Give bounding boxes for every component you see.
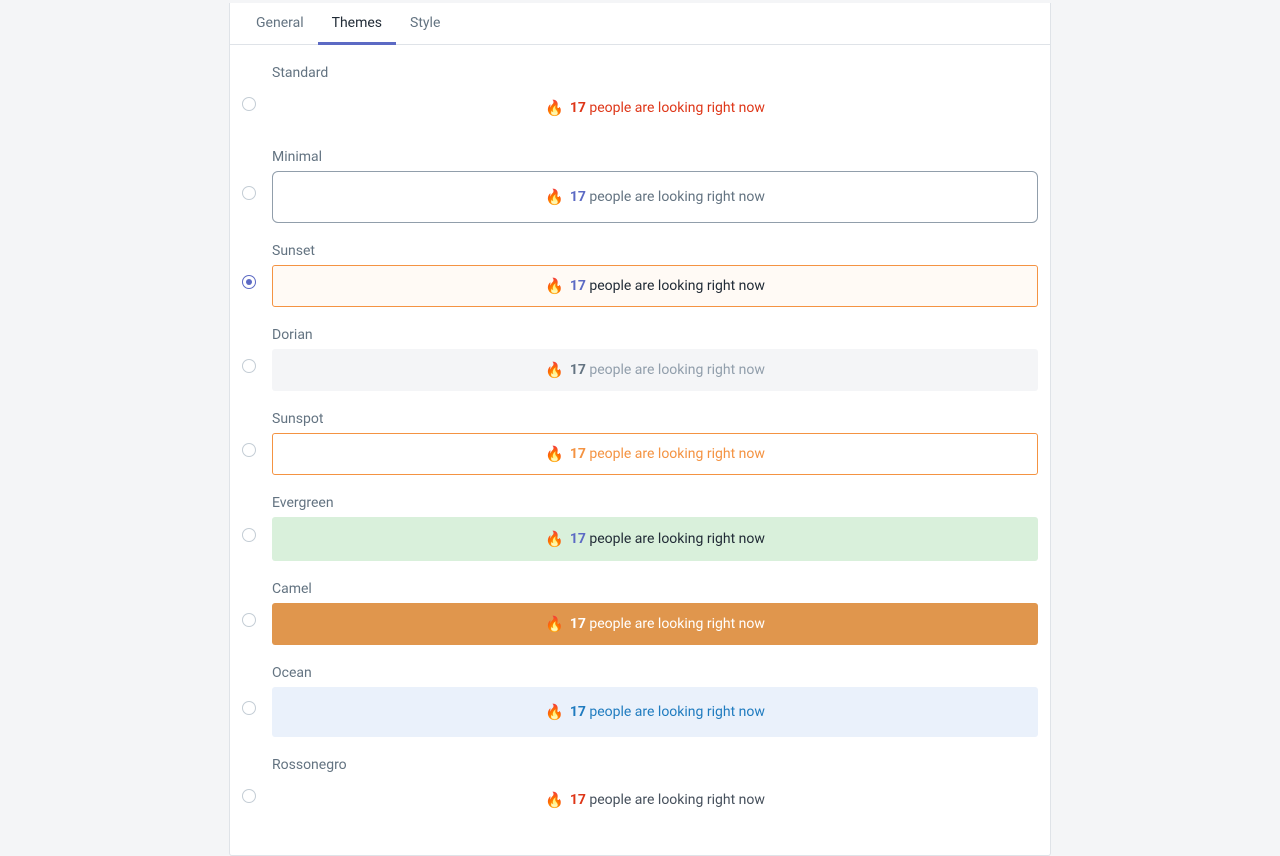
theme-preview-dorian[interactable]: 🔥 17 people are looking right now — [272, 349, 1038, 391]
theme-preview-sunset[interactable]: 🔥 17 people are looking right now — [272, 265, 1038, 307]
fire-icon: 🔥 — [545, 99, 564, 117]
theme-radio-ocean[interactable] — [242, 701, 256, 715]
tab-style[interactable]: Style — [396, 3, 454, 45]
theme-radio-sunset[interactable] — [242, 275, 256, 289]
theme-row-standard: Standard 🔥 17 people are looking right now — [242, 57, 1038, 141]
theme-preview-sunspot[interactable]: 🔥 17 people are looking right now — [272, 433, 1038, 475]
theme-label-sunspot: Sunspot — [272, 411, 1038, 427]
theme-radio-camel[interactable] — [242, 613, 256, 627]
theme-label-sunset: Sunset — [272, 243, 1038, 259]
theme-preview-ocean[interactable]: 🔥 17 people are looking right now — [272, 687, 1038, 737]
preview-count: 17 — [570, 189, 586, 205]
preview-tail: people are looking right now — [586, 704, 765, 720]
theme-row-minimal: Minimal 🔥 17 people are looking right now — [242, 141, 1038, 235]
theme-radio-evergreen[interactable] — [242, 528, 256, 542]
theme-label-evergreen: Evergreen — [272, 495, 1038, 511]
preview-text: 17 people are looking right now — [570, 100, 765, 116]
preview-tail: people are looking right now — [586, 446, 765, 462]
theme-radio-rossonegro[interactable] — [242, 789, 256, 803]
theme-label-minimal: Minimal — [272, 149, 1038, 165]
theme-radio-minimal[interactable] — [242, 186, 256, 200]
preview-count: 17 — [570, 531, 586, 547]
theme-radio-sunspot[interactable] — [242, 443, 256, 457]
theme-radio-dorian[interactable] — [242, 359, 256, 373]
theme-preview-rossonegro[interactable]: 🔥 17 people are looking right now — [272, 779, 1038, 821]
tabs: GeneralThemesStyle — [230, 3, 1050, 45]
preview-text: 17 people are looking right now — [570, 446, 765, 462]
preview-tail: people are looking right now — [586, 278, 765, 294]
theme-row-rossonegro: Rossonegro 🔥 17 people are looking right n… — [242, 749, 1038, 833]
preview-tail: people are looking right now — [586, 531, 765, 547]
theme-label-rossonegro: Rossonegro — [272, 757, 1038, 773]
fire-icon: 🔥 — [545, 277, 564, 295]
preview-count: 17 — [570, 278, 586, 294]
fire-icon: 🔥 — [545, 445, 564, 463]
fire-icon: 🔥 — [545, 188, 564, 206]
preview-text: 17 people are looking right now — [570, 616, 765, 632]
theme-preview-minimal[interactable]: 🔥 17 people are looking right now — [272, 171, 1038, 223]
theme-preview-standard[interactable]: 🔥 17 people are looking right now — [272, 87, 1038, 129]
themes-list: Standard 🔥 17 people are looking right now… — [230, 45, 1050, 855]
theme-label-camel: Camel — [272, 581, 1038, 597]
preview-tail: people are looking right now — [586, 616, 765, 632]
preview-count: 17 — [570, 446, 586, 462]
theme-label-dorian: Dorian — [272, 327, 1038, 343]
preview-tail: people are looking right now — [586, 792, 765, 808]
settings-card: GeneralThemesStyle Standard 🔥 17 people ar… — [229, 3, 1051, 856]
fire-icon: 🔥 — [545, 361, 564, 379]
preview-text: 17 people are looking right now — [570, 189, 765, 205]
theme-row-sunspot: Sunspot 🔥 17 people are looking right now — [242, 403, 1038, 487]
preview-text: 17 people are looking right now — [570, 362, 765, 378]
preview-count: 17 — [570, 704, 586, 720]
tab-general[interactable]: General — [242, 3, 318, 45]
theme-row-camel: Camel 🔥 17 people are looking right now — [242, 573, 1038, 657]
theme-preview-camel[interactable]: 🔥 17 people are looking right now — [272, 603, 1038, 645]
theme-label-standard: Standard — [272, 65, 1038, 81]
preview-text: 17 people are looking right now — [570, 278, 765, 294]
theme-row-evergreen: Evergreen 🔥 17 people are looking right no… — [242, 487, 1038, 573]
theme-label-ocean: Ocean — [272, 665, 1038, 681]
preview-tail: people are looking right now — [586, 100, 765, 116]
fire-icon: 🔥 — [545, 615, 564, 633]
theme-radio-standard[interactable] — [242, 97, 256, 111]
preview-count: 17 — [570, 362, 586, 378]
tab-themes[interactable]: Themes — [318, 3, 396, 45]
theme-row-ocean: Ocean 🔥 17 people are looking right now — [242, 657, 1038, 749]
preview-count: 17 — [570, 792, 586, 808]
preview-tail: people are looking right now — [586, 189, 765, 205]
theme-row-dorian: Dorian 🔥 17 people are looking right now — [242, 319, 1038, 403]
preview-text: 17 people are looking right now — [570, 531, 765, 547]
theme-row-sunset: Sunset 🔥 17 people are looking right now — [242, 235, 1038, 319]
fire-icon: 🔥 — [545, 791, 564, 809]
theme-preview-evergreen[interactable]: 🔥 17 people are looking right now — [272, 517, 1038, 561]
fire-icon: 🔥 — [545, 530, 564, 548]
preview-tail: people are looking right now — [586, 362, 765, 378]
preview-count: 17 — [570, 616, 586, 632]
preview-text: 17 people are looking right now — [570, 704, 765, 720]
preview-text: 17 people are looking right now — [570, 792, 765, 808]
fire-icon: 🔥 — [545, 703, 564, 721]
preview-count: 17 — [570, 100, 586, 116]
